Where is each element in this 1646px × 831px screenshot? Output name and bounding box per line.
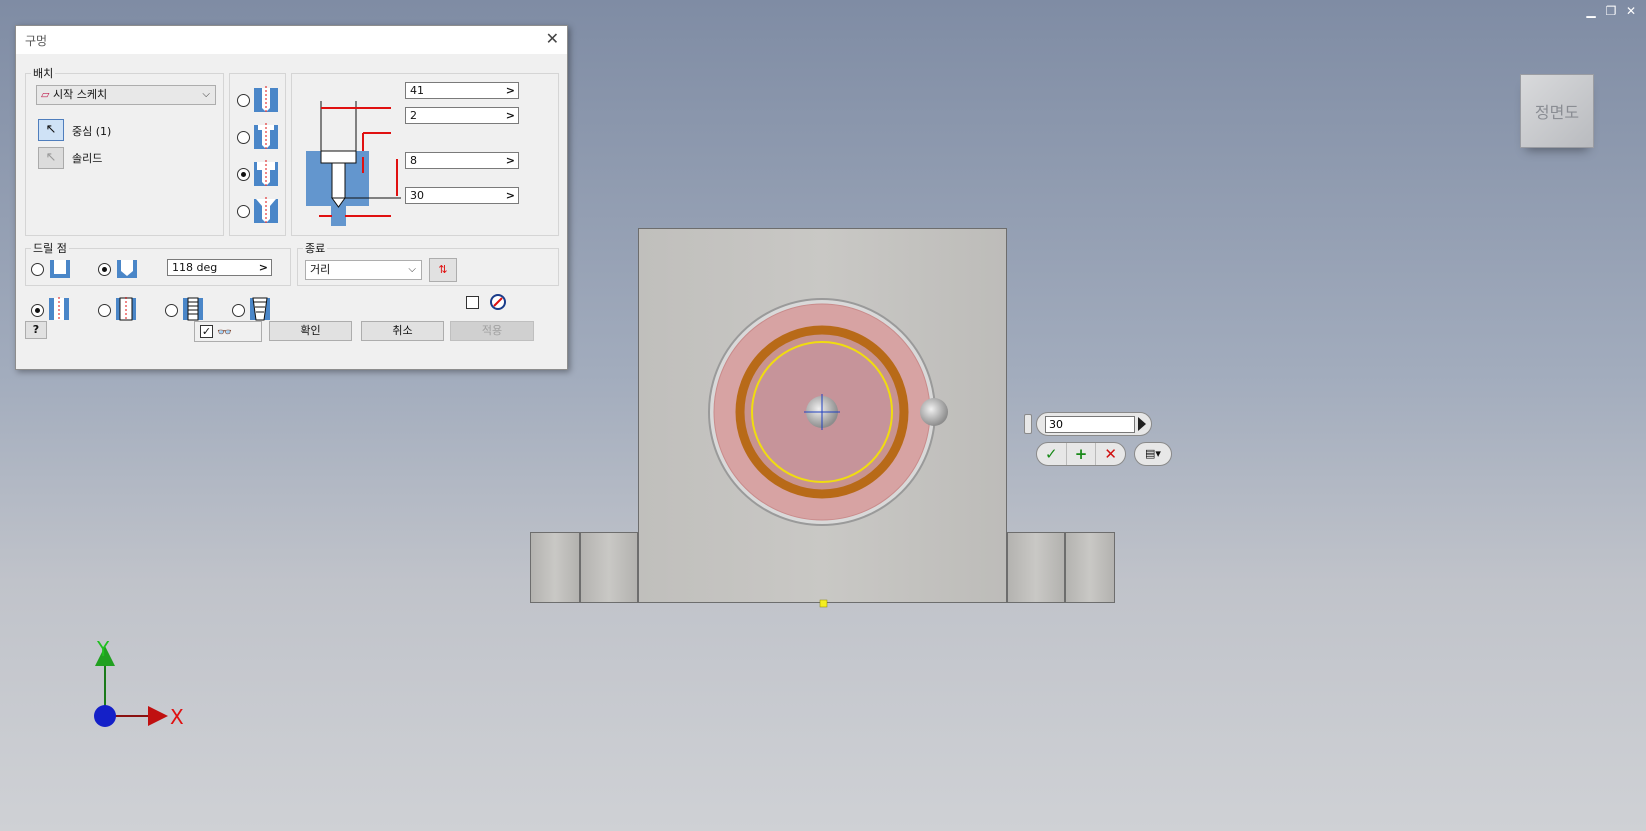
- radio-clearance-hole[interactable]: [237, 131, 250, 144]
- mini-toolbar-handle[interactable]: [1024, 414, 1032, 434]
- chevron-right-icon[interactable]: >: [259, 260, 268, 275]
- termination-combo[interactable]: 거리 ⌵: [305, 260, 422, 280]
- chevron-right-icon[interactable]: >: [506, 108, 515, 123]
- simple-type-icon: [49, 297, 69, 321]
- radio-taper-tapped-type[interactable]: [232, 304, 245, 317]
- placement-label: 배치: [31, 65, 56, 81]
- placement-type-combo[interactable]: ▱ 시작 스케치 ⌵: [36, 85, 216, 105]
- flat-drill-point-icon: [50, 260, 70, 278]
- sketch-point[interactable]: [819, 599, 828, 608]
- countersink-hole-icon: [254, 197, 278, 225]
- help-button[interactable]: ?: [25, 321, 47, 339]
- clearance-hole-icon: [254, 123, 278, 151]
- x-axis-arrow: [148, 706, 168, 726]
- hole-depth-field[interactable]: 8 >: [405, 152, 519, 169]
- center-label: 중심 (1): [72, 125, 112, 138]
- counterbore-hole-icon: [254, 160, 278, 188]
- taper-tapped-type-icon: [250, 297, 270, 321]
- drill-angle-value: 118 deg: [172, 261, 218, 274]
- mini-value-input[interactable]: [1045, 416, 1135, 433]
- termination-value: 거리: [310, 263, 331, 276]
- flip-direction-button[interactable]: ⇅: [429, 258, 457, 282]
- apply-button[interactable]: 적용: [450, 321, 534, 341]
- radio-counterbore-hole[interactable]: [237, 168, 250, 181]
- infer-icon[interactable]: [489, 293, 507, 311]
- mini-add-button[interactable]: +: [1067, 443, 1097, 465]
- hole-diameter-value: 30: [410, 189, 424, 202]
- chevron-right-icon[interactable]: >: [506, 188, 515, 203]
- drill-angle-field[interactable]: 118 deg >: [167, 259, 272, 276]
- solid-label: 솔리드: [72, 152, 103, 165]
- extend-start-checkbox[interactable]: [466, 296, 479, 309]
- diameter-grip[interactable]: [920, 398, 948, 426]
- counterbore-diagram: [306, 101, 401, 226]
- x-axis-label: X: [170, 705, 184, 729]
- counterbore-depth-value: 2: [410, 109, 417, 122]
- preview-checkbox[interactable]: ✓: [200, 325, 213, 338]
- hole-diameter-field[interactable]: 30 >: [405, 187, 519, 204]
- glasses-icon: 👓: [217, 325, 232, 339]
- counterbore-diameter-field[interactable]: 41 >: [405, 82, 519, 99]
- chevron-down-icon: ⌵: [202, 89, 210, 100]
- mini-cancel-button[interactable]: ✕: [1096, 443, 1125, 465]
- radio-flat-drill-point[interactable]: [31, 263, 44, 276]
- radio-tapped-type[interactable]: [165, 304, 178, 317]
- hole-dialog: 구멍 ✕ 배치 ▱ 시작 스케치 ⌵ ↖ 중심 (1) ↖ 솔리드 41 > 2…: [15, 25, 568, 370]
- drill-point-label: 드릴 점: [31, 240, 69, 256]
- mini-value-box: [1036, 412, 1152, 436]
- clearance-type-icon: [116, 297, 136, 321]
- radio-clearance-type[interactable]: [98, 304, 111, 317]
- mini-value-arrow-icon[interactable]: [1138, 417, 1146, 431]
- preview-toggle[interactable]: ✓ 👓: [194, 321, 262, 342]
- y-axis-label: Y: [96, 637, 110, 661]
- radio-angle-drill-point[interactable]: [98, 263, 111, 276]
- chevron-right-icon[interactable]: >: [506, 153, 515, 168]
- counterbore-depth-field[interactable]: 2 >: [405, 107, 519, 124]
- dialog-close-icon[interactable]: ✕: [546, 29, 559, 48]
- simple-hole-icon: [254, 86, 278, 114]
- radio-simple-type[interactable]: [31, 304, 44, 317]
- chevron-right-icon[interactable]: >: [506, 83, 515, 98]
- angle-drill-point-icon: [117, 260, 137, 278]
- mini-ok-button[interactable]: ✓: [1037, 443, 1067, 465]
- dialog-title: 구멍: [25, 34, 48, 48]
- termination-label: 종료: [303, 240, 328, 256]
- placement-type-value: 시작 스케치: [52, 88, 108, 101]
- axis-triad: Y X: [94, 637, 184, 729]
- dialog-titlebar[interactable]: 구멍 ✕: [16, 26, 567, 54]
- radio-simple-hole[interactable]: [237, 94, 250, 107]
- hole-depth-value: 8: [410, 154, 417, 167]
- mini-action-buttons: ✓ + ✕: [1036, 442, 1126, 466]
- chevron-down-icon: ⌵: [408, 264, 416, 275]
- radio-countersink-hole[interactable]: [237, 205, 250, 218]
- counterbore-diameter-value: 41: [410, 84, 424, 97]
- center-select-button[interactable]: ↖: [38, 119, 64, 141]
- cancel-button[interactable]: 취소: [361, 321, 444, 341]
- ok-button[interactable]: 확인: [269, 321, 352, 341]
- z-axis-dot: [94, 705, 116, 727]
- solid-select-button[interactable]: ↖: [38, 147, 64, 169]
- mini-menu-button[interactable]: ▤▾: [1134, 442, 1172, 466]
- tapped-type-icon: [183, 297, 203, 321]
